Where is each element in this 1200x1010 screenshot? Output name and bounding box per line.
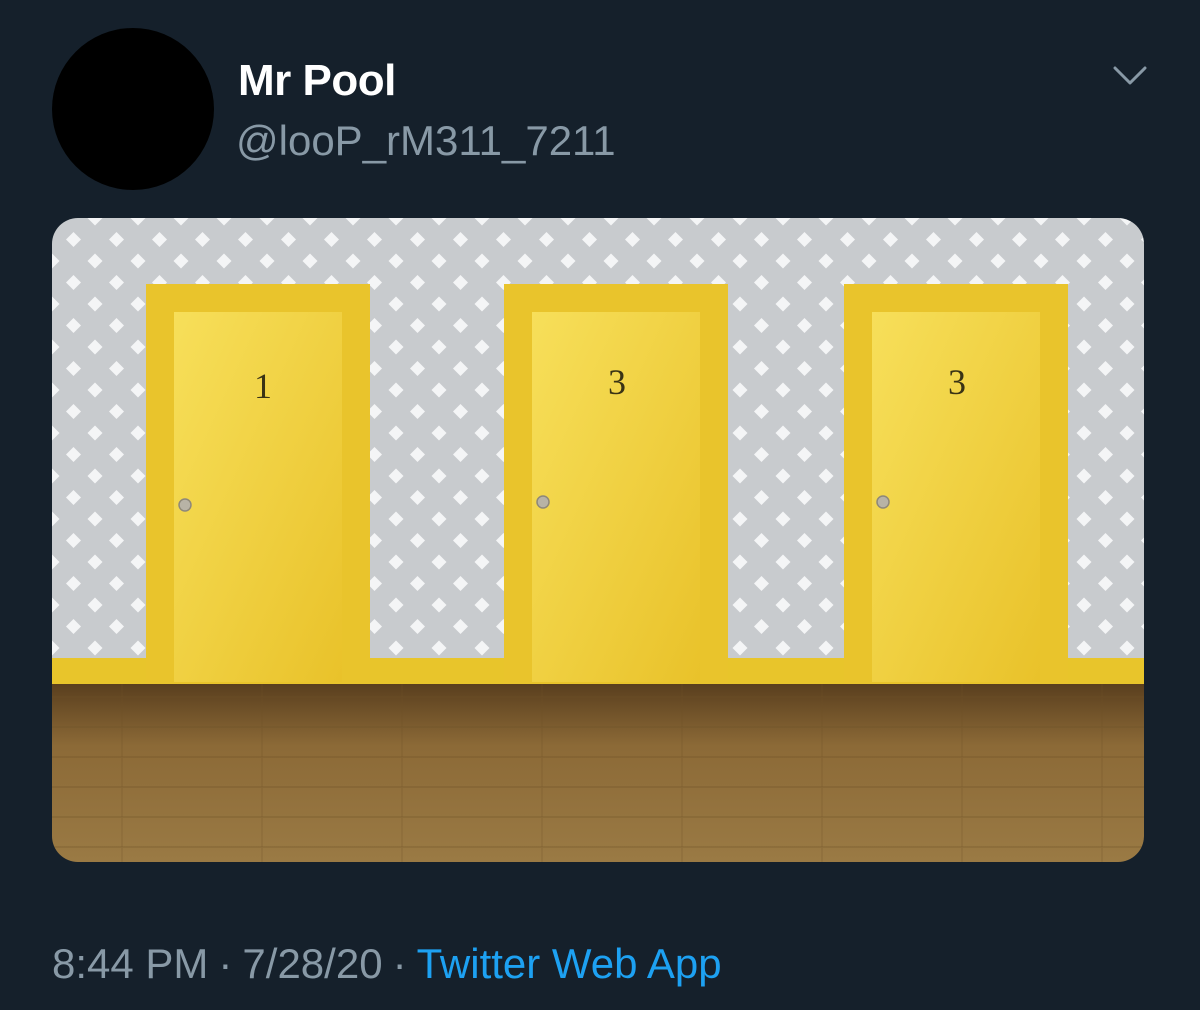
doors-illustration: 1 3 3 <box>52 218 1144 862</box>
tweet-source-link[interactable]: Twitter Web App <box>417 940 722 987</box>
tweet-card: Mr Pool @looP_rM311_7211 1 3 3 8:44 PM ·… <box>0 0 1200 1010</box>
chevron-down-icon[interactable] <box>1112 64 1148 88</box>
avatar[interactable] <box>52 28 214 190</box>
tweet-image[interactable]: 1 3 3 <box>52 218 1144 862</box>
door-number-3: 3 <box>948 362 966 402</box>
separator-dot: · <box>218 940 233 987</box>
door-number-2: 3 <box>608 362 626 402</box>
door-1 <box>146 284 370 684</box>
door-number-1: 1 <box>254 366 272 406</box>
tweet-footer: 8:44 PM · 7/28/20 · Twitter Web App <box>52 938 722 990</box>
user-handle[interactable]: @looP_rM311_7211 <box>236 117 616 165</box>
display-name[interactable]: Mr Pool <box>238 56 396 106</box>
tweet-date[interactable]: 7/28/20 <box>242 940 382 987</box>
tweet-time[interactable]: 8:44 PM <box>52 940 208 987</box>
door-3 <box>844 284 1068 684</box>
door-2 <box>504 284 728 684</box>
separator-dot: · <box>392 940 407 987</box>
